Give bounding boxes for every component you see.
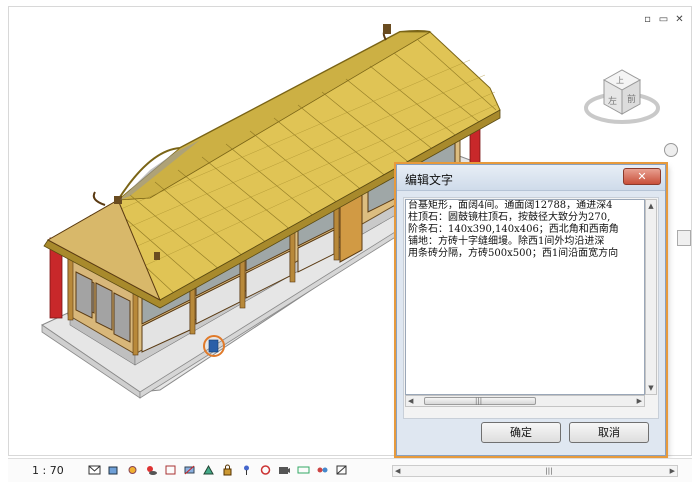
shadow-icon[interactable] xyxy=(145,464,158,476)
horizontal-scroll-thumb[interactable]: ||| xyxy=(424,397,536,405)
sun-icon[interactable] xyxy=(126,464,139,476)
lock-icon[interactable] xyxy=(221,464,234,476)
scroll-up-icon[interactable]: ▲ xyxy=(646,200,656,212)
hide-icon[interactable] xyxy=(183,464,196,476)
view-window-controls: ▫ ▭ ✕ xyxy=(641,14,686,26)
text-line: 柱顶石：圆鼓镜柱顶石，按鼓径大致分为270, xyxy=(408,212,611,223)
vertical-scrollbar[interactable]: ▲ ▼ xyxy=(645,199,657,395)
pin-icon[interactable] xyxy=(240,464,253,476)
text-line: 用条砖分隔，方砖500x500；西1间沿面宽方向 xyxy=(408,248,619,259)
view-horizontal-scrollbar[interactable]: ◀ ||| ▶ xyxy=(392,465,678,477)
scroll-right-icon[interactable]: ▶ xyxy=(670,466,675,476)
cube-icon[interactable] xyxy=(107,464,120,476)
scroll-left-icon[interactable]: ◀ xyxy=(395,466,400,476)
viewcube[interactable]: 上 左 前 xyxy=(582,62,662,132)
drawing-viewport[interactable]: ▫ ▭ ✕ 上 左 前 编辑文字 ✕ 台基矩形，面阔4间。通面阔12788，通进… xyxy=(0,0,697,486)
navigation-bar-icon[interactable] xyxy=(677,230,691,246)
edit-text-dialog: 编辑文字 ✕ 台基矩形，面阔4间。通面阔12788，通进深4 柱顶石：圆鼓镜柱顶… xyxy=(396,164,666,456)
link-icon[interactable] xyxy=(297,464,310,476)
text-edit-area[interactable]: 台基矩形，面阔4间。通面阔12788，通进深4 柱顶石：圆鼓镜柱顶石，按鼓径大致… xyxy=(405,199,645,395)
envelope-icon[interactable] xyxy=(88,464,101,476)
minimize-icon[interactable]: ▫ xyxy=(641,14,654,26)
horizontal-scrollbar[interactable]: ◀ ||| ▶ xyxy=(405,395,645,407)
steering-wheel-icon[interactable] xyxy=(664,143,678,157)
crop-icon[interactable] xyxy=(164,464,177,476)
text-line: 阶条石：140x390,140x406；西北角和西南角 xyxy=(408,224,619,235)
dialog-close-button[interactable]: ✕ xyxy=(623,168,661,185)
reveal-icon[interactable] xyxy=(259,464,272,476)
ok-button[interactable]: 确定 xyxy=(481,422,561,443)
scroll-left-icon[interactable]: ◀ xyxy=(408,396,413,406)
camera-icon[interactable] xyxy=(278,464,291,476)
cancel-button[interactable]: 取消 xyxy=(569,422,649,443)
viewcube-top-label: 上 xyxy=(616,76,624,85)
workset-icon[interactable] xyxy=(316,464,329,476)
viewcube-right-label: 前 xyxy=(627,93,636,105)
view-control-bar: 1 : 70 ◀ ||| ▶ xyxy=(8,458,692,482)
viewcube-left-label: 左 xyxy=(608,95,617,107)
dialog-titlebar[interactable]: 编辑文字 ✕ xyxy=(397,165,665,191)
view-tools xyxy=(88,464,348,476)
constraint-icon[interactable] xyxy=(335,464,348,476)
scroll-thumb[interactable]: ||| xyxy=(543,466,555,476)
text-line: 台基矩形，面阔4间。通面阔12788，通进深4 xyxy=(408,200,613,211)
restore-icon[interactable]: ▭ xyxy=(657,14,670,26)
close-icon[interactable]: ✕ xyxy=(673,14,686,26)
text-line: 铺地：方砖十字缝细墁。除西1间外均沿进深 xyxy=(408,236,605,247)
scroll-right-icon[interactable]: ▶ xyxy=(637,396,642,406)
scroll-down-icon[interactable]: ▼ xyxy=(646,382,656,394)
view-scale[interactable]: 1 : 70 xyxy=(32,464,64,477)
grip-icon: ||| xyxy=(475,397,483,405)
render-icon[interactable] xyxy=(202,464,215,476)
dialog-title: 编辑文字 xyxy=(405,173,454,187)
